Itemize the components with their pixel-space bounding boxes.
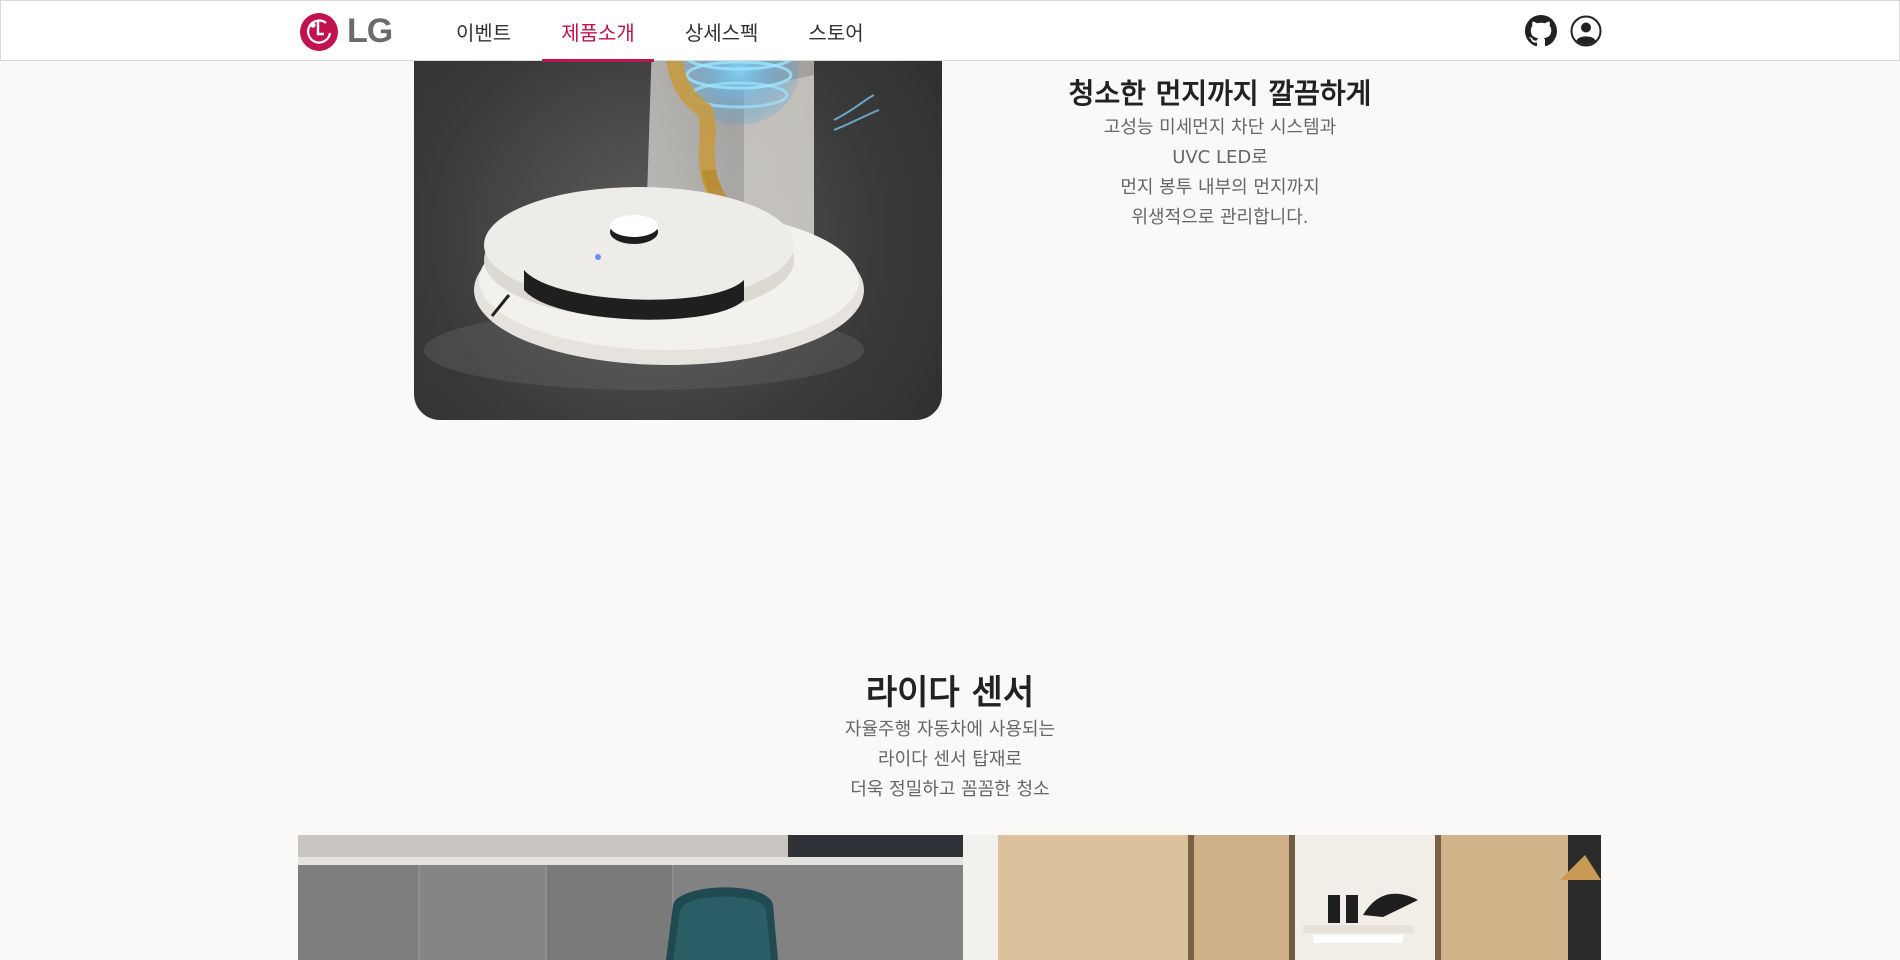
- nav-item-event[interactable]: 이벤트: [431, 1, 536, 61]
- main-nav: 이벤트 제품소개 상세스펙 스토어: [431, 1, 889, 62]
- logo-text: LG: [347, 12, 393, 50]
- site-header: LG 이벤트 제품소개 상세스펙 스토어: [0, 0, 1900, 62]
- feature-description: 고성능 미세먼지 차단 시스템과 UVC LED로 먼지 봉투 내부의 먼지까지…: [1020, 113, 1420, 233]
- nav-item-specs[interactable]: 상세스펙: [660, 1, 784, 61]
- room-scene-image: [298, 835, 1601, 960]
- lg-logo[interactable]: LG: [299, 11, 393, 52]
- feature-desc-line: UVC LED로: [1172, 147, 1268, 168]
- feature-desc-line: 고성능 미세먼지 차단 시스템과: [1103, 117, 1337, 138]
- nav-item-products[interactable]: 제품소개: [536, 1, 660, 62]
- lidar-section-description: 자율주행 자동차에 사용되는 라이다 센서 탑재로 더욱 정밀하고 꼼꼼한 청소: [750, 715, 1150, 805]
- lidar-desc-line: 자율주행 자동차에 사용되는: [844, 719, 1056, 740]
- lidar-section-title: 라이다 센서: [865, 673, 1035, 713]
- lidar-desc-line: 더욱 정밀하고 꼼꼼한 청소: [850, 779, 1050, 800]
- nav-item-store[interactable]: 스토어: [783, 1, 888, 61]
- feature-title: 청소한 먼지까지 깔끔하게: [1068, 77, 1372, 110]
- robot-vacuum-station-image: [414, 0, 942, 420]
- user-icon[interactable]: [1570, 15, 1602, 47]
- feature-desc-line: 먼지 봉투 내부의 먼지까지: [1120, 177, 1320, 198]
- lg-logo-icon: [300, 12, 338, 51]
- feature-desc-line: 위생적으로 관리합니다.: [1131, 207, 1309, 228]
- github-icon[interactable]: [1525, 15, 1557, 47]
- lidar-desc-line: 라이다 센서 탑재로: [878, 749, 1022, 770]
